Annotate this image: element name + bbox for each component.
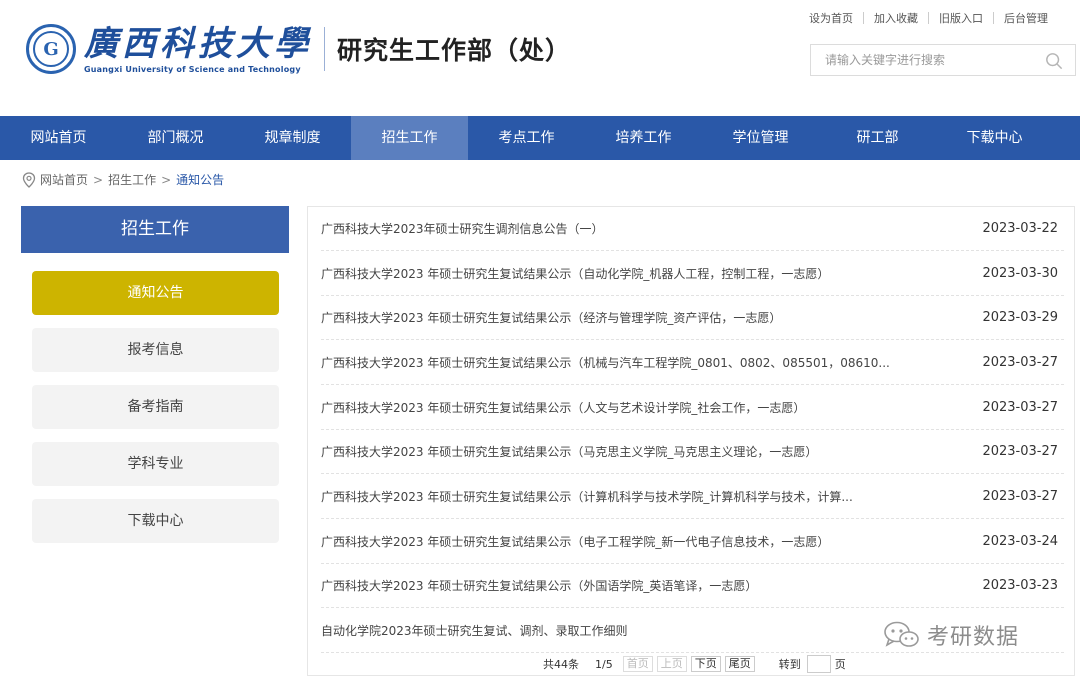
notice-title[interactable]: 广西科技大学2023 年硕士研究生复试结果公示（经济与管理学院_资产评估，一志愿… <box>321 309 781 326</box>
notice-title[interactable]: 广西科技大学2023年硕士研究生调剂信息公告（一） <box>321 220 604 237</box>
prev-page-button[interactable]: 上页 <box>656 656 687 672</box>
notice-date: 2023-03-23 <box>982 578 1058 593</box>
sidebar-item-downloads[interactable]: 下载中心 <box>32 499 279 543</box>
notice-date: 2023-03-30 <box>982 266 1058 281</box>
nav-item-admissions[interactable]: 招生工作 <box>351 116 468 160</box>
nav-item-downloads[interactable]: 下载中心 <box>936 116 1053 160</box>
watermark-text: 考研数据 <box>927 625 1020 650</box>
nav-item-home[interactable]: 网站首页 <box>0 116 117 160</box>
notice-date: 2023-03-27 <box>982 444 1058 459</box>
nav-item-graduate-dept[interactable]: 研工部 <box>819 116 936 160</box>
main-nav: 网站首页 部门概况 规章制度 招生工作 考点工作 培养工作 学位管理 研工部 下… <box>0 116 1080 160</box>
list-item[interactable]: 广西科技大学2023 年硕士研究生复试结果公示（外国语学院_英语笔译，一志愿） … <box>321 564 1064 608</box>
seal-mark: G <box>33 31 69 67</box>
notice-date: 2023-03-27 <box>982 355 1058 370</box>
nav-item-rules[interactable]: 规章制度 <box>234 116 351 160</box>
notice-title[interactable]: 广西科技大学2023 年硕士研究生复试结果公示（计算机科学与技术学院_计算机科学… <box>321 488 853 505</box>
search-icon[interactable] <box>1045 52 1063 70</box>
location-pin-icon <box>22 171 36 188</box>
total-count: 共44条 <box>543 658 579 671</box>
list-item[interactable]: 广西科技大学2023 年硕士研究生复试结果公示（电子工程学院_新一代电子信息技术… <box>321 520 1064 564</box>
wechat-icon <box>884 621 919 647</box>
notice-title[interactable]: 广西科技大学2023 年硕士研究生复试结果公示（电子工程学院_新一代电子信息技术… <box>321 533 829 550</box>
notice-date: 2023-03-29 <box>982 310 1058 325</box>
notice-title[interactable]: 广西科技大学2023 年硕士研究生复试结果公示（马克思主义学院_马克思主义理论，… <box>321 443 817 460</box>
set-homepage-link[interactable]: 设为首页 <box>799 10 863 26</box>
notice-list: 广西科技大学2023年硕士研究生调剂信息公告（一） 2023-03-22 广西科… <box>307 206 1075 676</box>
page-unit-label: 页 <box>834 658 846 671</box>
notice-title[interactable]: 广西科技大学2023 年硕士研究生复试结果公示（机械与汽车工程学院_0801、0… <box>321 354 890 371</box>
breadcrumb-current[interactable]: 通知公告 <box>176 171 224 188</box>
sidebar-title: 招生工作 <box>21 206 289 253</box>
list-item[interactable]: 广西科技大学2023 年硕士研究生复试结果公示（机械与汽车工程学院_0801、0… <box>321 341 1064 385</box>
top-links: 设为首页 加入收藏 旧版入口 后台管理 <box>799 10 1058 26</box>
notice-date: 2023-03-27 <box>982 400 1058 415</box>
notice-date: 2023-03-27 <box>982 489 1058 504</box>
watermark: 考研数据 <box>883 619 1019 651</box>
list-item[interactable]: 广西科技大学2023 年硕士研究生复试结果公示（马克思主义学院_马克思主义理论，… <box>321 430 1064 474</box>
add-favorite-link[interactable]: 加入收藏 <box>864 10 928 26</box>
goto-label: 转到 <box>778 658 801 671</box>
list-item[interactable]: 广西科技大学2023年硕士研究生调剂信息公告（一） 2023-03-22 <box>321 207 1064 251</box>
notice-title[interactable]: 广西科技大学2023 年硕士研究生复试结果公示（人文与艺术设计学院_社会工作，一… <box>321 399 805 416</box>
goto-page-input[interactable] <box>806 655 831 673</box>
brand-name-cn: 廣西科技大學 <box>84 23 312 64</box>
notice-date: 2023-03-24 <box>982 534 1058 549</box>
list-item[interactable]: 广西科技大学2023 年硕士研究生复试结果公示（计算机科学与技术学院_计算机科学… <box>321 475 1064 519</box>
first-page-button[interactable]: 首页 <box>622 656 653 672</box>
nav-item-degree[interactable]: 学位管理 <box>702 116 819 160</box>
sidebar-item-notices[interactable]: 通知公告 <box>32 271 279 315</box>
breadcrumb-home[interactable]: 网站首页 <box>40 171 88 188</box>
notice-title[interactable]: 自动化学院2023年硕士研究生复试、调剂、录取工作细则 <box>321 622 628 639</box>
list-item[interactable]: 广西科技大学2023 年硕士研究生复试结果公示（人文与艺术设计学院_社会工作，一… <box>321 386 1064 430</box>
list-item[interactable]: 广西科技大学2023 年硕士研究生复试结果公示（自动化学院_机器人工程，控制工程… <box>321 252 1064 296</box>
admin-link[interactable]: 后台管理 <box>994 10 1058 26</box>
notice-date: 2023-03-22 <box>982 221 1058 236</box>
notice-title[interactable]: 广西科技大学2023 年硕士研究生复试结果公示（自动化学院_机器人工程，控制工程… <box>321 265 829 282</box>
last-page-button[interactable]: 尾页 <box>724 656 755 672</box>
list-item[interactable]: 广西科技大学2023 年硕士研究生复试结果公示（经济与管理学院_资产评估，一志愿… <box>321 296 1064 340</box>
sidebar-item-application-info[interactable]: 报考信息 <box>32 328 279 372</box>
nav-item-exam-site[interactable]: 考点工作 <box>468 116 585 160</box>
breadcrumb-separator: > <box>161 172 172 187</box>
nav-item-about[interactable]: 部门概况 <box>117 116 234 160</box>
brand-name-en: Guangxi University of Science and Techno… <box>84 64 301 74</box>
breadcrumb-separator: > <box>93 172 104 187</box>
breadcrumb-section[interactable]: 招生工作 <box>108 171 156 188</box>
nav-item-training[interactable]: 培养工作 <box>585 116 702 160</box>
search-box <box>810 44 1076 76</box>
old-version-link[interactable]: 旧版入口 <box>929 10 993 26</box>
next-page-button[interactable]: 下页 <box>690 656 721 672</box>
notice-title[interactable]: 广西科技大学2023 年硕士研究生复试结果公示（外国语学院_英语笔译，一志愿） <box>321 577 757 594</box>
brand-block: 廣西科技大學 Guangxi University of Science and… <box>84 25 312 74</box>
sidebar-item-study-guide[interactable]: 备考指南 <box>32 385 279 429</box>
logo[interactable]: G 廣西科技大學 Guangxi University of Science a… <box>26 24 571 74</box>
department-title: 研究生工作部（处） <box>337 36 572 65</box>
site-header: G 廣西科技大學 Guangxi University of Science a… <box>0 0 1080 116</box>
brand-divider <box>324 27 325 71</box>
page-indicator: 1/5 <box>595 657 613 671</box>
search-input[interactable] <box>811 45 1031 75</box>
sidebar-item-majors[interactable]: 学科专业 <box>32 442 279 486</box>
pagination: 共44条 1/5 首页 上页 下页 尾页 转到 页 <box>543 655 846 673</box>
breadcrumb: 网站首页 > 招生工作 > 通知公告 <box>22 171 224 188</box>
university-seal-icon: G <box>26 24 76 74</box>
